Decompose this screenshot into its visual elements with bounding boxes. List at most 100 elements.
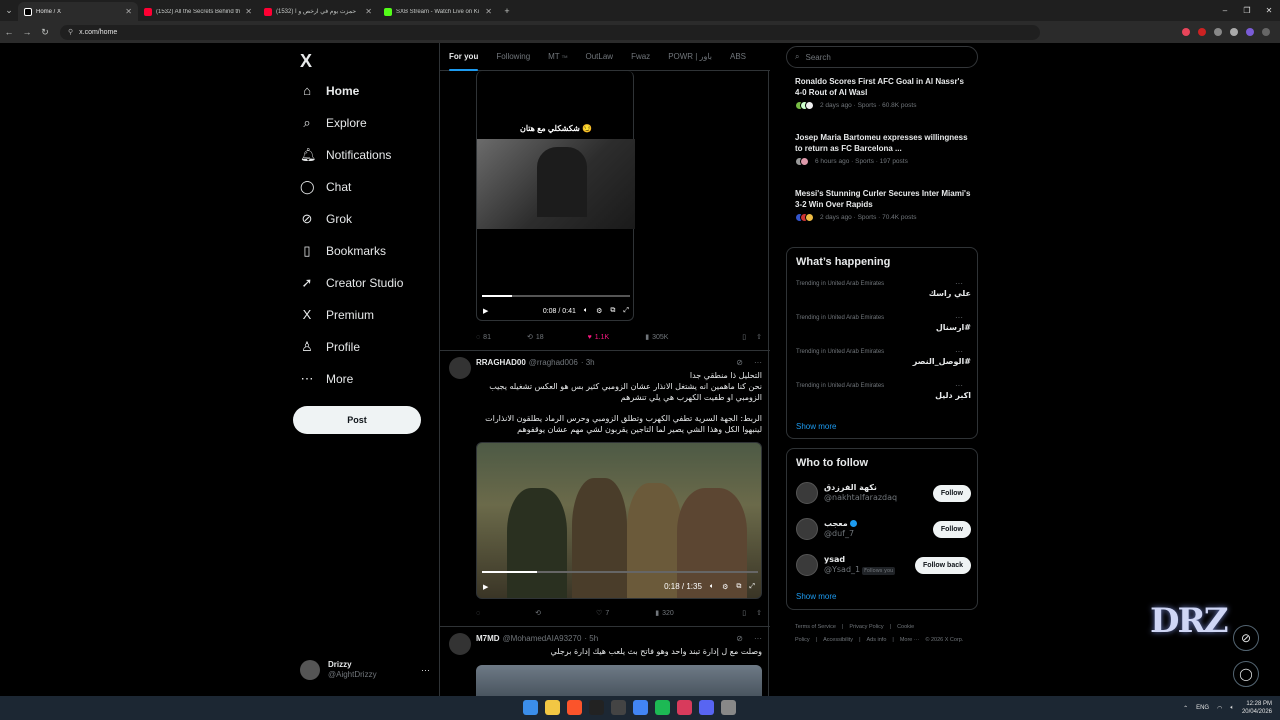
close-window-button[interactable]: ✕ [1258, 0, 1280, 21]
more-icon[interactable]: ··· [754, 358, 762, 367]
fullscreen-icon[interactable]: ⤢ [749, 583, 755, 591]
brave-icon[interactable] [567, 700, 582, 715]
trend-item[interactable]: Trending in United Arab Emirates #ارسنال ·… [796, 313, 971, 332]
app-icon[interactable] [721, 700, 736, 715]
back-icon[interactable]: ← [0, 27, 18, 37]
chevron-up-icon[interactable]: ⌃ [1183, 705, 1188, 712]
nav-item-bookmarks[interactable]: ▯ Bookmarks [300, 243, 386, 259]
more-icon[interactable]: ··· [955, 347, 963, 356]
avatar[interactable] [449, 357, 471, 379]
nav-item-chat[interactable]: ◯ Chat [300, 179, 351, 195]
author-name[interactable]: RRAGHAD00 [476, 358, 526, 367]
video-player[interactable]: شكشكلي مع هتان 😏 ▶ 0:08 / 0:41 🔈︎ ⚙ ⧉ ⤢ [476, 71, 635, 321]
settings-icon[interactable]: ⚙ [722, 583, 728, 591]
video-player[interactable]: ▶ 0:18 / 1:35 🔈︎ ⚙ ⧉ ⤢ [476, 442, 762, 599]
footer-link[interactable]: Accessibility [823, 637, 853, 643]
new-tab-button[interactable]: + [498, 6, 516, 16]
share-icon[interactable]: ⇧ [756, 333, 762, 341]
timeline-tab[interactable]: Fwaz [631, 52, 650, 61]
settings-icon[interactable]: ⚙ [596, 307, 602, 315]
wifi-icon[interactable]: ◠ [1217, 705, 1222, 712]
like-button[interactable]: ♥ 1.1K [588, 334, 610, 341]
extension-icon[interactable] [1230, 28, 1238, 36]
maximize-button[interactable]: ❐ [1236, 0, 1258, 21]
follow-suggestion[interactable]: نكهة الفرزدق @nakhtalfarazdaq Follow [796, 482, 971, 504]
more-icon[interactable]: ··· [955, 381, 963, 390]
volume-icon[interactable]: 🔈︎ [584, 307, 588, 315]
volume-icon[interactable]: 🔈︎ [1230, 705, 1234, 712]
more-icon[interactable]: ··· [955, 279, 963, 288]
footer-link[interactable]: Privacy Policy [849, 624, 883, 630]
like-button[interactable]: ♡ 7 [596, 609, 609, 618]
reply-button[interactable]: ◌ [476, 610, 483, 617]
trend-item[interactable]: Trending in United Arab Emirates علي راسك… [796, 279, 971, 298]
x-logo[interactable]: X [300, 51, 312, 72]
tweet-time[interactable]: · 5h [584, 634, 598, 643]
more-icon[interactable]: ··· [955, 313, 963, 322]
timeline-tab[interactable]: OutLaw [585, 52, 613, 61]
grok-icon[interactable]: ⊘ [736, 634, 743, 643]
share-icon[interactable]: ⇧ [756, 609, 762, 617]
nav-item-explore[interactable]: ⌕ Explore [300, 115, 366, 131]
footer-link[interactable]: Ads info [867, 637, 887, 643]
nav-item-premium[interactable]: X Premium [300, 307, 374, 322]
more-icon[interactable]: ··· [421, 665, 430, 675]
tab-search-icon[interactable]: ⌄ [0, 5, 18, 16]
views-count[interactable]: ▮ 320 [655, 609, 674, 618]
follow-suggestion[interactable]: ysad @Ysad_1 Follows you Follow back [796, 554, 971, 576]
avatar[interactable] [796, 554, 818, 576]
footer-link[interactable]: © 2026 X Corp. [925, 637, 963, 643]
nav-item-notifications[interactable]: 🔔︎ Notifications [300, 147, 391, 163]
clock[interactable]: 12:28 PM 20/04/2026 [1242, 700, 1272, 716]
extension-icon[interactable] [1246, 28, 1254, 36]
trend-item[interactable]: Trending in United Arab Emirates #الوصل_ا… [796, 347, 971, 366]
nav-item-profile[interactable]: ♙ Profile [300, 339, 360, 355]
close-tab-icon[interactable]: ✕ [245, 7, 252, 16]
grok-icon[interactable]: ⊘ [1233, 625, 1259, 651]
timeline-tab[interactable]: ABS [730, 52, 746, 61]
timeline-tab[interactable]: MT [548, 52, 560, 61]
author-handle[interactable]: @MohamedAIA93270 [503, 634, 582, 643]
nav-item-grok[interactable]: ⊘ Grok [300, 211, 352, 227]
bookmark-icon[interactable]: ▯ [742, 333, 746, 341]
play-icon[interactable]: ▶ [483, 583, 488, 591]
timeline-tab[interactable]: Following [496, 52, 530, 61]
reload-icon[interactable]: ↻ [36, 27, 54, 38]
video-progress-bar[interactable] [482, 571, 758, 573]
author-name[interactable]: M7MD [476, 634, 500, 643]
discord-icon[interactable] [699, 700, 714, 715]
bookmark-icon[interactable]: ▯ [742, 609, 746, 617]
avatar[interactable] [449, 633, 471, 655]
follow-button[interactable]: Follow [932, 520, 971, 538]
search-input[interactable]: ⌕ Search [786, 46, 978, 68]
fullscreen-icon[interactable]: ⤢ [623, 307, 629, 315]
tweet-time[interactable]: · 3h [581, 358, 595, 367]
chrome-icon[interactable] [633, 700, 648, 715]
windows-start-icon[interactable] [523, 700, 538, 715]
nav-item-more[interactable]: ⋯ More [300, 371, 354, 387]
app-icon[interactable] [611, 700, 626, 715]
follow-button[interactable]: Follow back [914, 556, 971, 574]
url-field[interactable]: ⚲ x.com/home [60, 24, 1040, 40]
avatar[interactable] [796, 482, 818, 504]
views-count[interactable]: ▮ 305K [645, 333, 668, 342]
grok-icon[interactable]: ⊘ [736, 358, 743, 367]
volume-icon[interactable]: 🔈︎ [710, 583, 714, 591]
profile-avatar[interactable] [1262, 28, 1270, 36]
post-button[interactable]: Post [293, 406, 421, 434]
play-icon[interactable]: ▶ [483, 307, 488, 315]
footer-link[interactable]: More ··· [900, 637, 920, 643]
browser-tab[interactable]: (1532) حمزت يوم في ارخص و ا ✕ [258, 2, 378, 21]
extension-icon[interactable] [1198, 28, 1206, 36]
show-more-link[interactable]: Show more [796, 592, 836, 601]
trend-item[interactable]: Trending in United Arab Emirates اكبر دلي… [796, 381, 971, 400]
more-icon[interactable]: ··· [754, 634, 762, 643]
forward-icon[interactable]: → [18, 27, 36, 37]
author-handle[interactable]: @rraghad006 [529, 358, 578, 367]
close-tab-icon[interactable]: ✕ [365, 7, 372, 16]
pip-icon[interactable]: ⧉ [610, 307, 615, 315]
news-item[interactable]: Ronaldo Scores First AFC Goal in Al Nass… [795, 76, 971, 110]
pip-icon[interactable]: ⧉ [736, 583, 741, 591]
app-icon[interactable] [677, 700, 692, 715]
news-item[interactable]: Josep Maria Bartomeu expresses willingne… [795, 132, 971, 166]
